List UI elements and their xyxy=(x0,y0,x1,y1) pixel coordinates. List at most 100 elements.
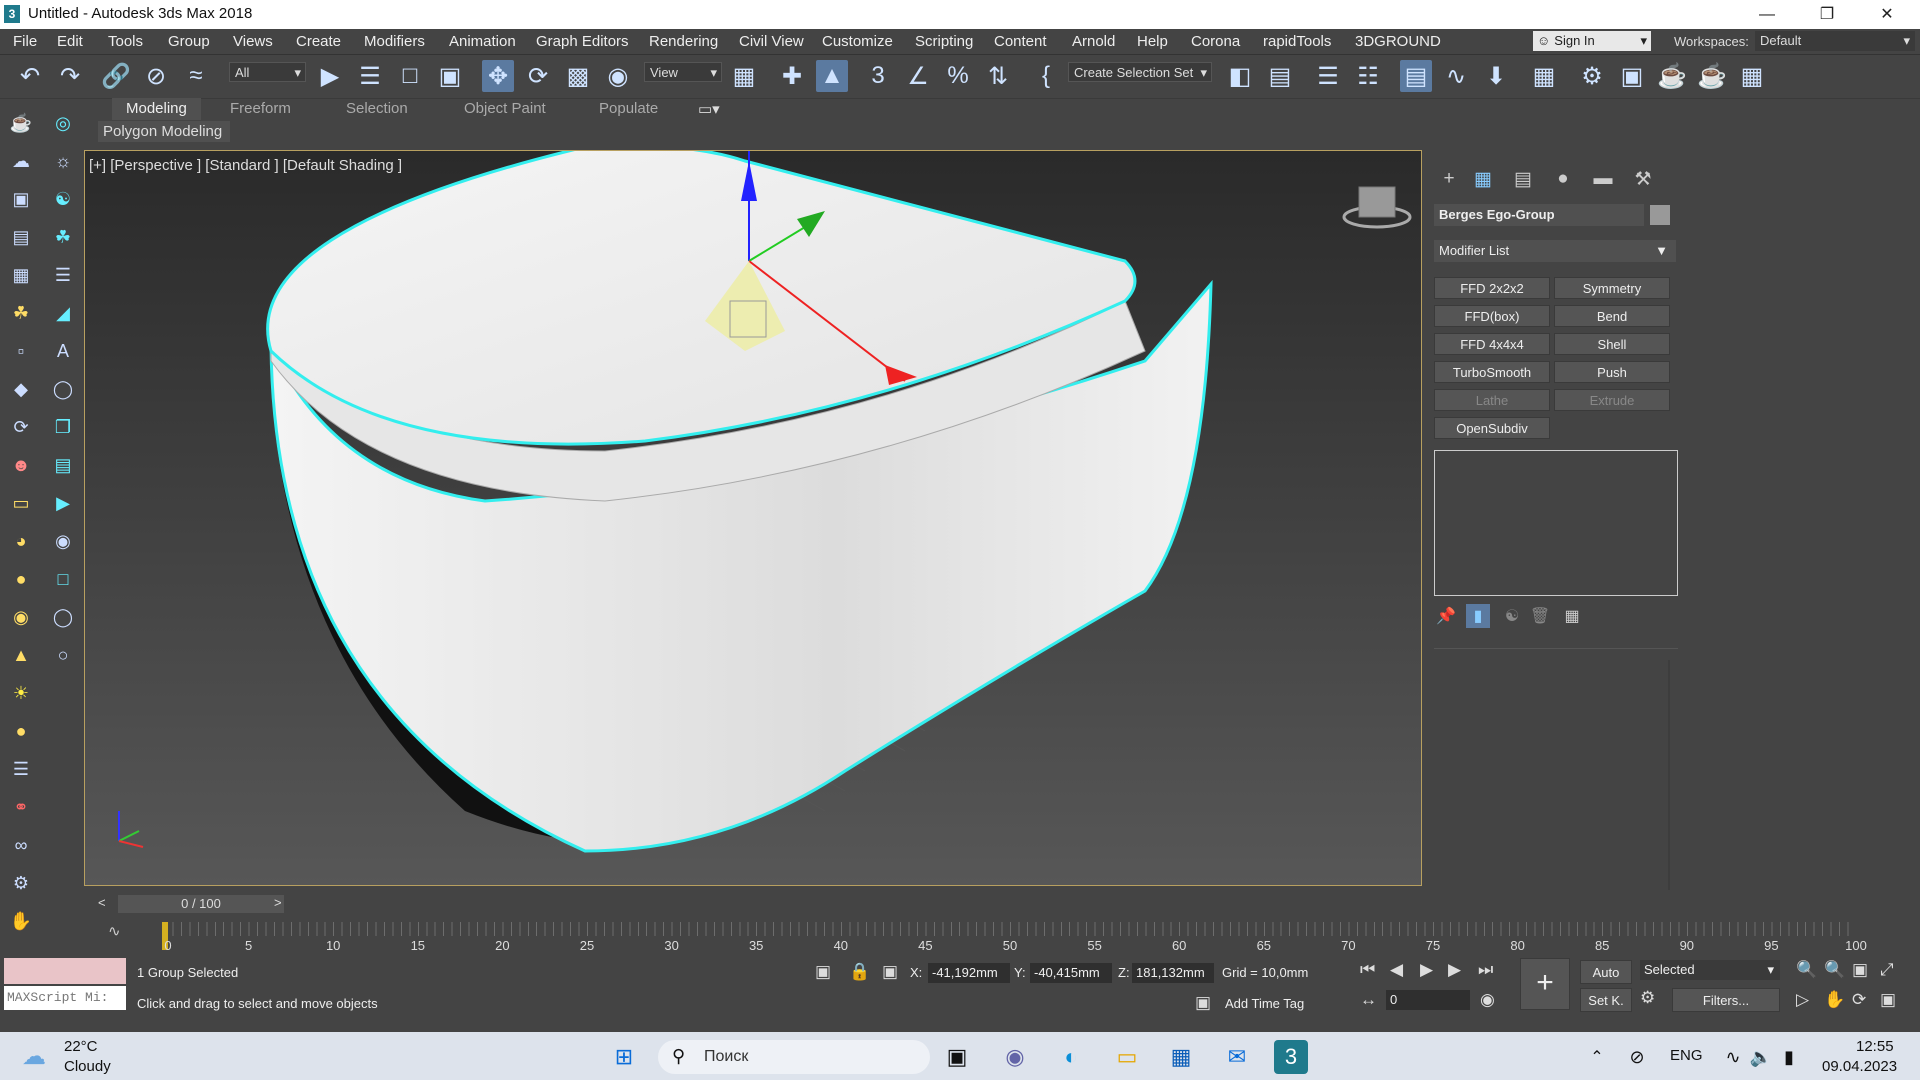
window-icon[interactable]: ▭ xyxy=(8,490,34,516)
cone-icon[interactable]: ▲ xyxy=(8,642,34,668)
modifier-turbosmooth-button[interactable]: TurboSmooth xyxy=(1434,361,1550,383)
render-production-icon[interactable]: ☕ xyxy=(1656,60,1688,92)
modifier-list-dropdown[interactable]: Modifier List ▼ xyxy=(1434,240,1676,262)
menu-group[interactable]: Group xyxy=(168,33,210,50)
configure-modifier-sets-icon[interactable]: ▦ xyxy=(1560,604,1584,628)
camera-icon[interactable]: ◉ xyxy=(50,528,76,554)
modifier-shell-button[interactable]: Shell xyxy=(1554,333,1670,355)
ribbon-options-icon[interactable]: ▭▾ xyxy=(698,100,720,118)
select-by-name-icon[interactable]: ☰ xyxy=(354,60,386,92)
copy-icon[interactable]: ❐ xyxy=(50,414,76,440)
windows-start-icon[interactable]: ⊞ xyxy=(607,1040,641,1074)
weather-temperature[interactable]: 22°C xyxy=(64,1038,98,1055)
unlink-icon[interactable]: ⊘ xyxy=(140,60,172,92)
rectangular-selection-icon[interactable]: □ xyxy=(394,60,426,92)
display-tab-icon[interactable]: ▬ xyxy=(1588,166,1618,192)
modifier-opensubdiv-button[interactable]: OpenSubdiv xyxy=(1434,417,1550,439)
curve-editor-mini-icon[interactable]: ∿ xyxy=(108,922,148,950)
plant-icon[interactable]: ☘ xyxy=(50,224,76,250)
current-frame-field[interactable]: 0 xyxy=(1386,990,1470,1010)
hand-icon[interactable]: ✋ xyxy=(8,908,34,934)
spinner-snap-icon[interactable]: ⇅ xyxy=(982,60,1014,92)
utilities-tab-icon[interactable]: ⚒ xyxy=(1628,166,1658,192)
tab-modeling[interactable]: Modeling xyxy=(112,98,201,120)
teapot-icon[interactable]: ☕ xyxy=(8,110,34,136)
sphere-icon[interactable]: ● xyxy=(8,566,34,592)
object-name-field[interactable]: Berges Ego-Group xyxy=(1434,204,1644,226)
isolate-selection-icon[interactable]: ▣ xyxy=(815,962,831,982)
reference-coordinate-select[interactable]: View ▾ xyxy=(644,62,722,82)
panel-scrollbar[interactable] xyxy=(1668,660,1670,890)
menu-civil-view[interactable]: Civil View xyxy=(739,33,804,50)
sign-in-dropdown[interactable]: ☺ Sign In ▾ xyxy=(1533,31,1651,51)
tab-populate[interactable]: Populate xyxy=(599,100,658,117)
select-and-rotate-icon[interactable]: ⟳ xyxy=(522,60,554,92)
battery-icon[interactable]: ▮ xyxy=(1772,1040,1806,1074)
restore-button[interactable]: ❐ xyxy=(1798,0,1856,29)
menu-content[interactable]: Content xyxy=(994,33,1047,50)
menu-graph-editors[interactable]: Graph Editors xyxy=(536,33,629,50)
tab-freeform[interactable]: Freeform xyxy=(230,100,291,117)
taskbar-search[interactable]: ⚲ Поиск xyxy=(658,1040,930,1074)
maxscript-input[interactable]: MAXScript Mi: xyxy=(4,986,126,1010)
microsoft-store-icon[interactable]: ▦ xyxy=(1164,1040,1198,1074)
create-tab-icon[interactable]: + xyxy=(1434,166,1464,192)
document-icon[interactable]: ▤ xyxy=(8,224,34,250)
align-icon[interactable]: ▤ xyxy=(50,452,76,478)
mirror-icon[interactable]: ◧ xyxy=(1224,60,1256,92)
align-icon[interactable]: ▤ xyxy=(1264,60,1296,92)
frame-icon[interactable]: □ xyxy=(50,566,76,592)
workspace-select[interactable]: Default ▾ xyxy=(1755,31,1915,51)
image-icon[interactable]: ▣ xyxy=(8,186,34,212)
selection-lock-icon[interactable]: 🔒 xyxy=(849,962,870,982)
chat-icon[interactable]: ◉ xyxy=(998,1040,1032,1074)
absolute-transform-icon[interactable]: ▣ xyxy=(882,962,898,982)
filters-button[interactable]: Filters... xyxy=(1672,988,1780,1012)
go-to-end-icon[interactable]: ⏭ xyxy=(1478,960,1493,980)
menu-views[interactable]: Views xyxy=(233,33,273,50)
angle-snap-icon[interactable]: ∠ xyxy=(902,60,934,92)
menu-3dground[interactable]: 3DGROUND xyxy=(1355,33,1441,50)
ball-icon[interactable]: ● xyxy=(8,718,34,744)
time-config-icon[interactable]: ↔ xyxy=(1360,990,1377,1010)
close-button[interactable]: ✕ xyxy=(1858,0,1916,29)
cloud-shape-icon[interactable]: ☁ xyxy=(8,148,34,174)
language-indicator[interactable]: ENG xyxy=(1670,1047,1703,1064)
grid-icon[interactable]: ▦ xyxy=(8,262,34,288)
menu-scripting[interactable]: Scripting xyxy=(915,33,973,50)
undo-icon[interactable]: ↶ xyxy=(14,60,46,92)
rotate-icon[interactable]: ⟳ xyxy=(8,414,34,440)
maxscript-listener[interactable]: MAXScript Mi: xyxy=(4,958,126,1010)
snaps-toggle-icon[interactable]: 3 xyxy=(862,60,894,92)
text-a-icon[interactable]: A xyxy=(50,338,76,364)
field-of-view-icon[interactable]: ▷ xyxy=(1796,990,1809,1010)
bulb-icon[interactable]: ○ xyxy=(50,642,76,668)
menu-file[interactable]: File xyxy=(13,33,37,50)
selection-filter-select[interactable]: All ▾ xyxy=(229,62,306,82)
make-unique-icon[interactable]: ☯ xyxy=(1500,604,1524,628)
render-active-shade-icon[interactable]: ☕ xyxy=(1696,60,1728,92)
time-next-button[interactable]: > xyxy=(274,895,282,910)
modifier-bend-button[interactable]: Bend xyxy=(1554,305,1670,327)
network-off-icon[interactable]: ⊘ xyxy=(1620,1040,1654,1074)
remove-modifier-icon[interactable]: 🗑 xyxy=(1528,604,1552,628)
video-icon[interactable]: ▶ xyxy=(50,490,76,516)
polygon-modeling-panel[interactable]: Polygon Modeling xyxy=(98,121,230,142)
modify-tab-icon[interactable]: ▦ xyxy=(1468,166,1498,192)
hemisphere-icon[interactable]: ◕ xyxy=(8,528,34,554)
manipulate-icon[interactable]: ✚ xyxy=(776,60,808,92)
clock-time[interactable]: 12:55 xyxy=(1856,1038,1894,1055)
select-object-icon[interactable]: ▶ xyxy=(314,60,346,92)
menu-modifiers[interactable]: Modifiers xyxy=(364,33,425,50)
select-and-place-icon[interactable]: ◉ xyxy=(602,60,634,92)
curve-editor-icon[interactable]: ∿ xyxy=(1440,60,1472,92)
menu-help[interactable]: Help xyxy=(1137,33,1168,50)
menu-arnold[interactable]: Arnold xyxy=(1072,33,1115,50)
menu-customize[interactable]: Customize xyxy=(822,33,893,50)
percent-snap-icon[interactable]: % xyxy=(942,60,974,92)
pan-icon[interactable]: ✋ xyxy=(1824,990,1845,1010)
y-coordinate-field[interactable]: -40,415mm xyxy=(1030,963,1112,983)
chain-icon[interactable]: ∞ xyxy=(8,832,34,858)
scene-explorer-icon[interactable]: ☰ xyxy=(1312,60,1344,92)
file-explorer-icon[interactable]: ▭ xyxy=(1110,1040,1144,1074)
